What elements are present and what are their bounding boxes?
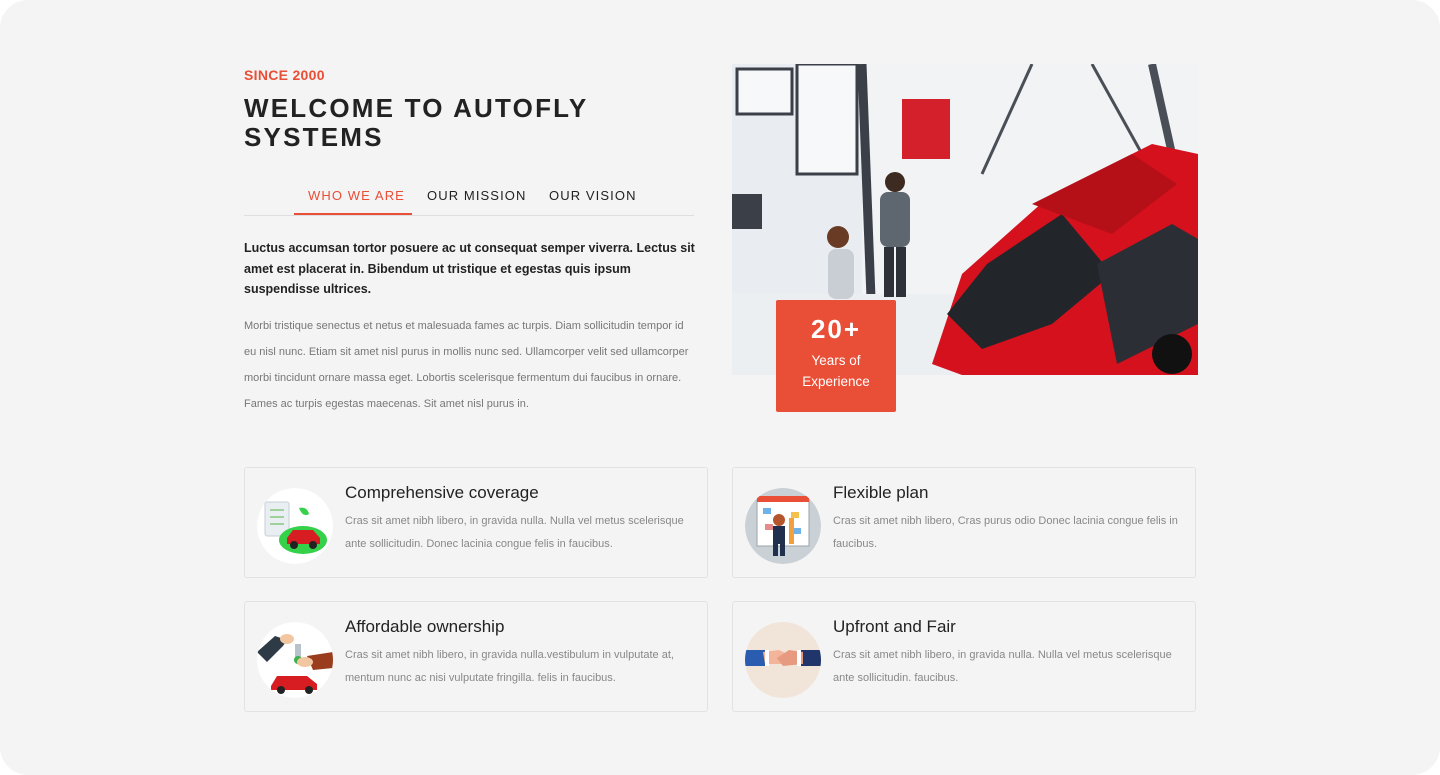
tab-who-we-are[interactable]: WHO WE ARE <box>308 188 405 203</box>
card-title: Comprehensive coverage <box>345 483 539 502</box>
badge-number: 20+ <box>810 314 862 344</box>
handshake-icon <box>745 622 821 698</box>
active-tab-indicator <box>294 213 412 215</box>
planning-board-icon <box>745 488 821 564</box>
card-description: Cras sit amet nibh libero, in gravida nu… <box>345 649 674 684</box>
feature-card-flexible: Flexible plan Cras sit amet nibh libero,… <box>732 467 1196 578</box>
badge-label: Years of Experience <box>802 353 870 389</box>
lead-paragraph: Luctus accumsan tortor posuere ac ut con… <box>244 241 695 296</box>
body-paragraph: Morbi tristique senectus et netus et mal… <box>244 320 689 410</box>
card-title: Upfront and Fair <box>833 617 956 636</box>
experience-badge: 20+ Years of Experience <box>776 300 896 412</box>
card-description: Cras sit amet nibh libero, in gravida nu… <box>833 649 1172 684</box>
car-key-handover-icon <box>257 622 333 698</box>
tab-our-vision[interactable]: OUR VISION <box>549 188 637 203</box>
car-insurance-icon <box>257 488 333 564</box>
eyebrow-text: SINCE 2000 <box>244 67 325 83</box>
tab-our-mission[interactable]: OUR MISSION <box>427 188 527 203</box>
feature-card-upfront: Upfront and Fair Cras sit amet nibh libe… <box>732 601 1196 712</box>
feature-card-coverage: Comprehensive coverage Cras sit amet nib… <box>244 467 708 578</box>
tab-bar: WHO WE ARE OUR MISSION OUR VISION <box>244 176 694 216</box>
feature-card-affordable: Affordable ownership Cras sit amet nibh … <box>244 601 708 712</box>
card-description: Cras sit amet nibh libero, in gravida nu… <box>345 515 684 550</box>
page-title: WELCOME TO AUTOFLY SYSTEMS <box>244 93 588 152</box>
card-title: Flexible plan <box>833 483 929 502</box>
page-canvas: SINCE 2000 WELCOME TO AUTOFLY SYSTEMS WH… <box>0 0 1440 775</box>
card-description: Cras sit amet nibh libero, Cras purus od… <box>833 515 1178 550</box>
card-title: Affordable ownership <box>345 617 505 636</box>
